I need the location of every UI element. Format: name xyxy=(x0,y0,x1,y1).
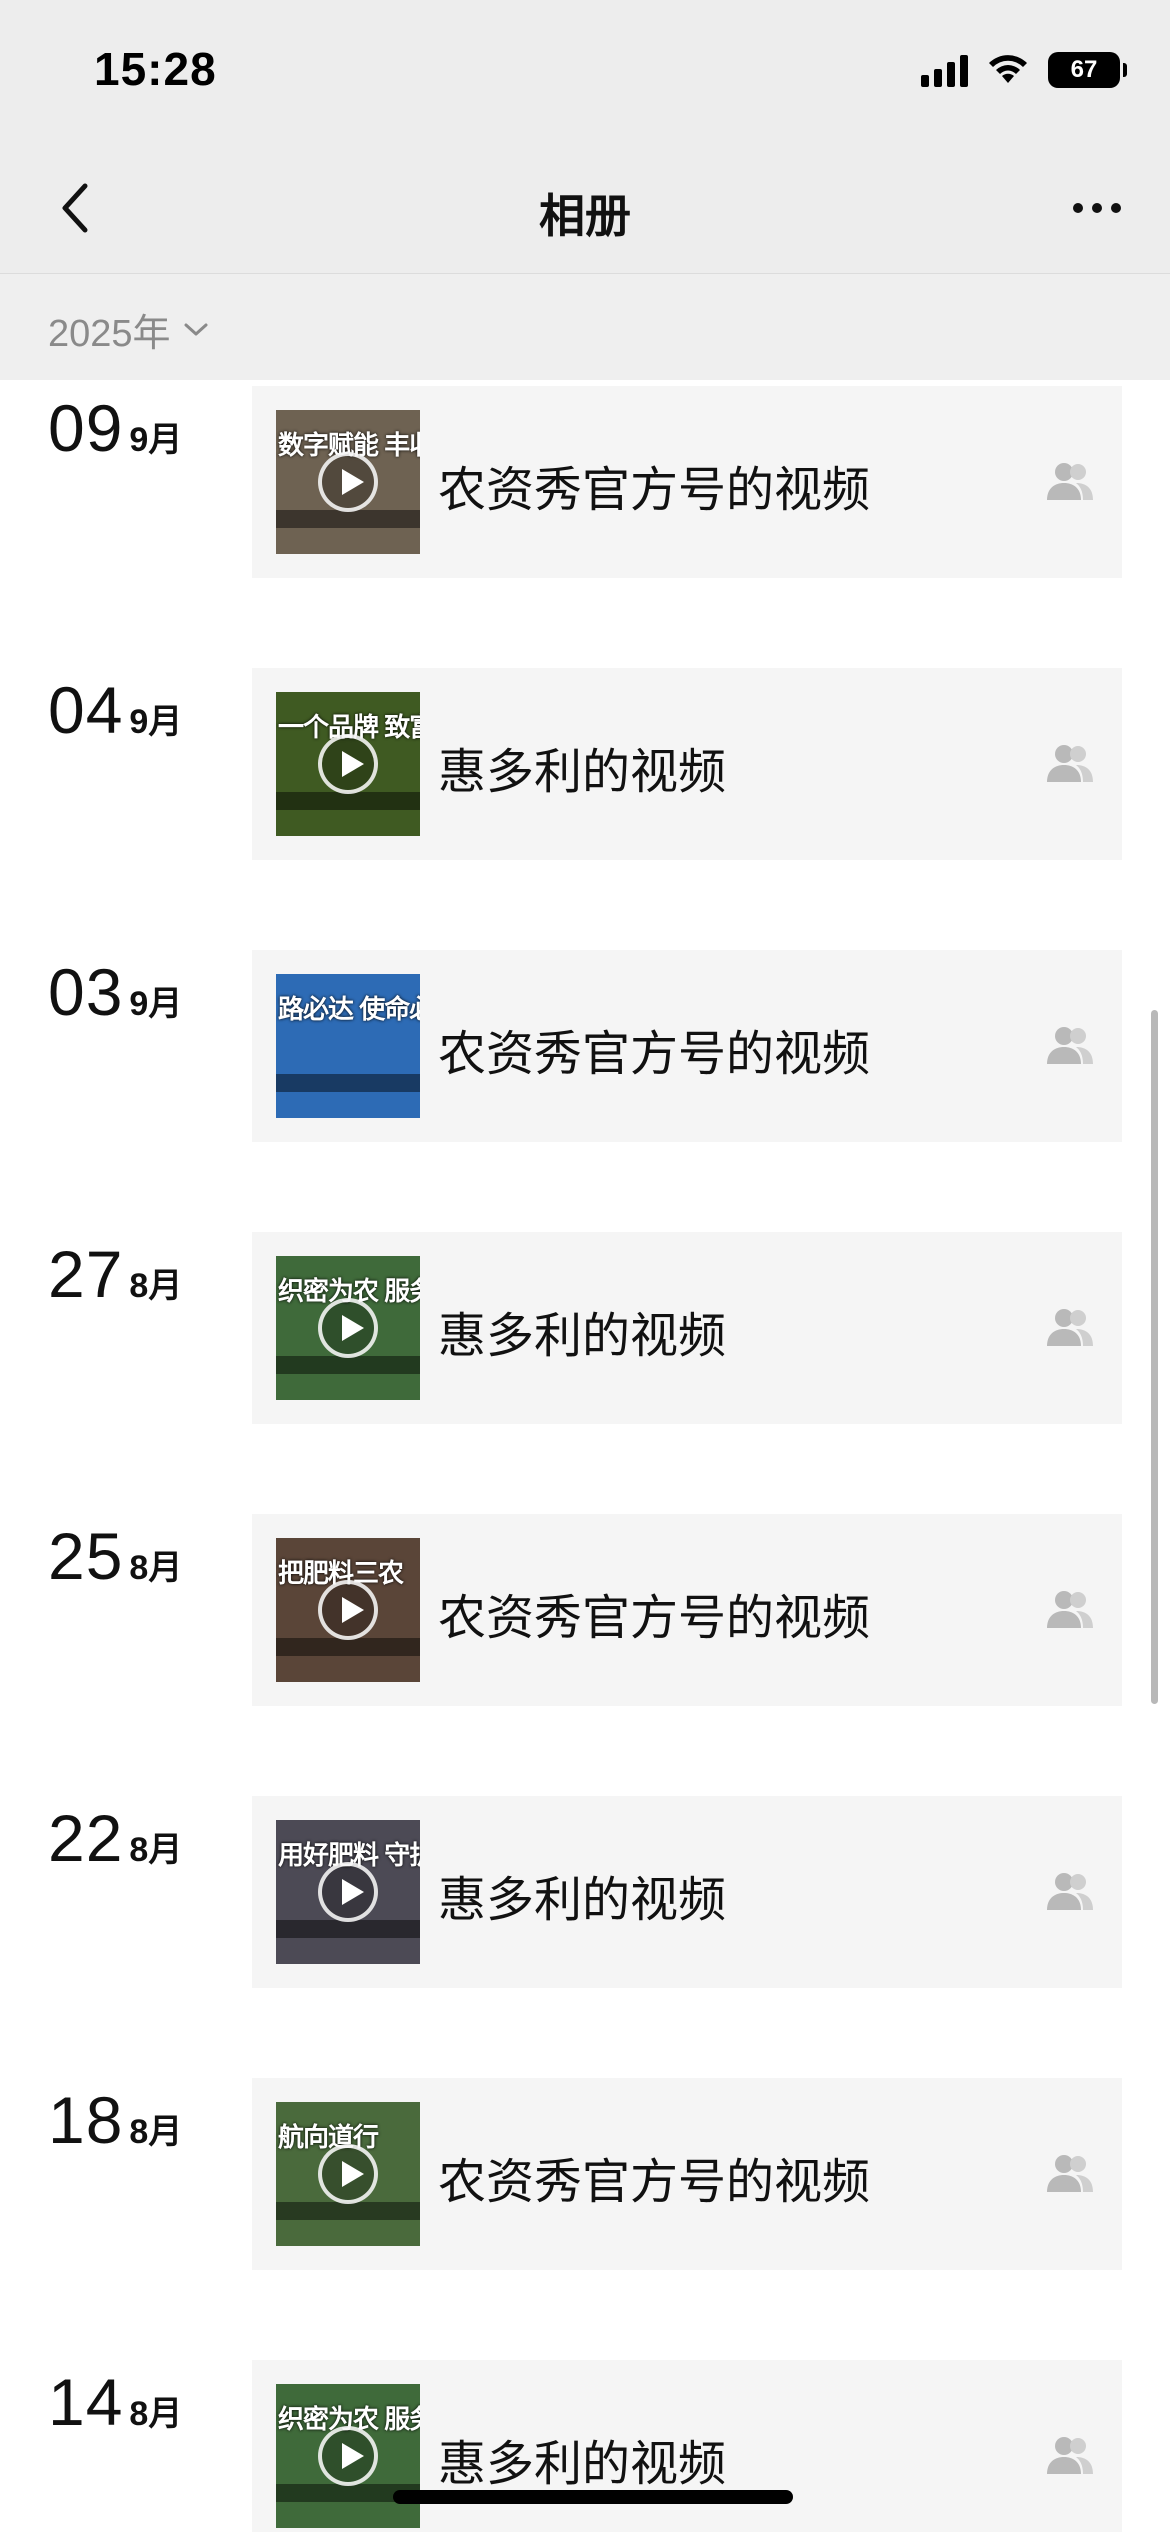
entry-day: 25 xyxy=(48,1519,124,1593)
play-icon xyxy=(318,1580,378,1640)
entry-day: 04 xyxy=(48,673,124,747)
entry-date: 04 9月 xyxy=(48,672,182,748)
entry-month: 9月 xyxy=(129,421,183,459)
play-icon xyxy=(318,2144,378,2204)
video-thumbnail[interactable]: 织密为农 服务网络 xyxy=(276,2384,420,2528)
entry-date: 18 8月 xyxy=(48,2082,182,2158)
entry-day: 22 xyxy=(48,1801,124,1875)
entry-month: 8月 xyxy=(129,1831,183,1869)
video-card[interactable]: 织密为农 服务网络 惠多利的视频 xyxy=(252,1232,1122,1424)
thumbnail-banner xyxy=(276,1920,420,1938)
video-card[interactable]: 织密为农 服务网络 惠多利的视频 xyxy=(252,2360,1122,2532)
year-label: 2025年 xyxy=(48,313,171,355)
album-entry: 14 8月 织密为农 服务网络 惠多利的视频 xyxy=(0,2360,1170,2532)
cellular-signal-icon xyxy=(921,53,968,87)
album-entry: 09 9月 数字赋能 丰收必路 农资秀官方号的视频 xyxy=(0,386,1170,580)
video-card[interactable]: 数字赋能 丰收必路 农资秀官方号的视频 xyxy=(252,386,1122,578)
video-thumbnail[interactable]: 航向道行 xyxy=(276,2102,420,2246)
private-user-icon xyxy=(1047,1591,1093,1628)
private-user-icon xyxy=(1047,1309,1093,1346)
album-entry: 27 8月 织密为农 服务网络 惠多利的视频 xyxy=(0,1232,1170,1426)
video-card[interactable]: 用好肥料 守护中国粮仓 惠多利的视频 xyxy=(252,1796,1122,1988)
nav-bar: 相册 xyxy=(0,140,1170,274)
battery-level: 67 xyxy=(1070,56,1098,83)
thumbnail-banner xyxy=(276,510,420,528)
entry-month: 8月 xyxy=(129,1549,183,1587)
thumbnail-banner xyxy=(276,2202,420,2220)
video-thumbnail[interactable]: 一个品牌 致富万家 xyxy=(276,692,420,836)
status-icons: 67 xyxy=(921,52,1127,88)
video-card[interactable]: 把肥料三农 农资秀官方号的视频 xyxy=(252,1514,1122,1706)
video-card[interactable]: 航向道行 农资秀官方号的视频 xyxy=(252,2078,1122,2270)
entry-day: 18 xyxy=(48,2083,124,2157)
thumbnail-banner xyxy=(276,1638,420,1656)
more-dot-icon xyxy=(1111,203,1121,213)
more-dot-icon xyxy=(1092,203,1102,213)
year-bar: 2025年 xyxy=(0,274,1170,380)
private-user-icon xyxy=(1047,463,1093,500)
video-thumbnail[interactable]: 用好肥料 守护中国粮仓 xyxy=(276,1820,420,1964)
album-entry: 18 8月 航向道行 农资秀官方号的视频 xyxy=(0,2078,1170,2272)
entry-date: 03 9月 xyxy=(48,954,182,1030)
chevron-down-icon xyxy=(184,323,208,335)
entry-day: 14 xyxy=(48,2365,124,2439)
video-thumbnail[interactable]: 织密为农 服务网络 xyxy=(276,1256,420,1400)
status-time: 15:28 xyxy=(94,43,217,95)
more-options-button[interactable] xyxy=(1062,180,1132,236)
more-dot-icon xyxy=(1073,203,1083,213)
thumbnail-banner xyxy=(276,1074,420,1092)
entry-month: 8月 xyxy=(129,2395,183,2433)
private-user-icon xyxy=(1047,1027,1093,1064)
video-card[interactable]: 一个品牌 致富万家 惠多利的视频 xyxy=(252,668,1122,860)
year-selector[interactable]: 2025年 xyxy=(48,302,209,357)
entry-month: 9月 xyxy=(129,985,183,1023)
entry-day: 03 xyxy=(48,955,124,1029)
thumbnail-banner xyxy=(276,1356,420,1374)
video-title: 惠多利的视频 xyxy=(438,1310,727,1363)
battery-icon: 67 xyxy=(1048,52,1127,88)
entry-date: 14 8月 xyxy=(48,2364,182,2440)
video-card[interactable]: 路必达 使命必达 农资秀官方号的视频 xyxy=(252,950,1122,1142)
play-icon xyxy=(318,2426,378,2486)
home-indicator[interactable] xyxy=(393,2490,793,2504)
video-title: 农资秀官方号的视频 xyxy=(438,1028,871,1081)
video-title: 惠多利的视频 xyxy=(438,2438,727,2491)
thumbnail-banner xyxy=(276,792,420,810)
thumbnail-caption: 路必达 使命必达 xyxy=(278,994,420,1024)
entry-date: 09 9月 xyxy=(48,390,182,466)
video-thumbnail[interactable]: 数字赋能 丰收必路 xyxy=(276,410,420,554)
private-user-icon xyxy=(1047,2437,1093,2474)
play-icon xyxy=(318,1298,378,1358)
entry-date: 22 8月 xyxy=(48,1800,182,1876)
video-title: 农资秀官方号的视频 xyxy=(438,1592,871,1645)
private-user-icon xyxy=(1047,1873,1093,1910)
play-icon xyxy=(318,734,378,794)
entry-date: 27 8月 xyxy=(48,1236,182,1312)
entry-month: 9月 xyxy=(129,703,183,741)
album-feed[interactable]: 09 9月 数字赋能 丰收必路 农资秀官方号的视频 04 9月 一个品牌 致富万… xyxy=(0,380,1170,2532)
video-thumbnail[interactable]: 把肥料三农 xyxy=(276,1538,420,1682)
album-entry: 04 9月 一个品牌 致富万家 惠多利的视频 xyxy=(0,668,1170,862)
video-title: 农资秀官方号的视频 xyxy=(438,464,871,517)
entry-day: 27 xyxy=(48,1237,124,1311)
entry-date: 25 8月 xyxy=(48,1518,182,1594)
wifi-icon xyxy=(989,55,1027,83)
entry-month: 8月 xyxy=(129,1267,183,1305)
play-icon xyxy=(318,452,378,512)
private-user-icon xyxy=(1047,745,1093,782)
video-title: 惠多利的视频 xyxy=(438,1874,727,1927)
status-bar: 15:28 67 xyxy=(0,0,1170,140)
entry-day: 09 xyxy=(48,391,124,465)
private-user-icon xyxy=(1047,2155,1093,2192)
album-entry: 25 8月 把肥料三农 农资秀官方号的视频 xyxy=(0,1514,1170,1708)
page-title: 相册 xyxy=(539,190,631,242)
play-icon xyxy=(318,1862,378,1922)
video-thumbnail[interactable]: 路必达 使命必达 xyxy=(276,974,420,1118)
video-title: 惠多利的视频 xyxy=(438,746,727,799)
album-entry: 03 9月 路必达 使命必达 农资秀官方号的视频 xyxy=(0,950,1170,1144)
video-title: 农资秀官方号的视频 xyxy=(438,2156,871,2209)
entry-month: 8月 xyxy=(129,2113,183,2151)
scrollbar[interactable] xyxy=(1151,1010,1158,1704)
album-entry: 22 8月 用好肥料 守护中国粮仓 惠多利的视频 xyxy=(0,1796,1170,1990)
